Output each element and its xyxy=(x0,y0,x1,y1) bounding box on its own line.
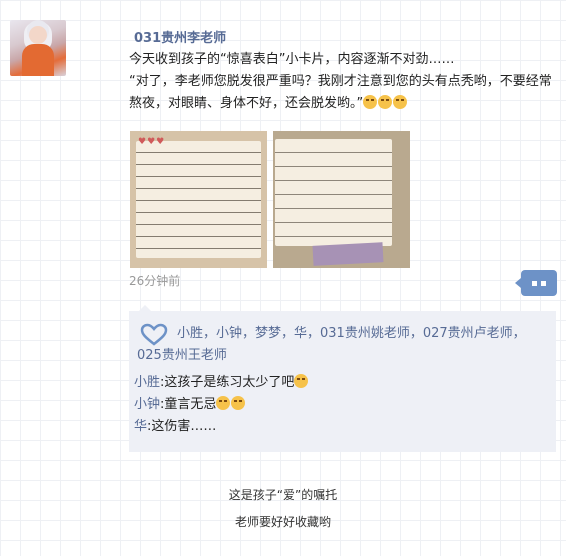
dot-icon xyxy=(541,281,546,286)
emoji-group xyxy=(363,93,408,115)
post-text-line2: “对了，李老师您脱发很严重吗？我刚才注意到您的头有点秃哟，不要经常熬夜，对眼睛、… xyxy=(129,71,559,115)
comment-list: 小胜:这孩子是练习太少了吧 小钟:童言无忌 华:这伤害…… xyxy=(134,372,309,438)
more-actions-button[interactable] xyxy=(515,270,557,296)
post-photo-2[interactable] xyxy=(273,131,410,268)
caption-line1: 这是孩子“爱”的嘱托 xyxy=(228,488,338,502)
comment-box: 小胜，小钟，梦梦，华，031贵州姚老师，027贵州卢老师，025贵州王老师 小胜… xyxy=(129,305,556,452)
comment-text: 童言无忌 xyxy=(164,397,217,412)
comment-author[interactable]: 小胜 xyxy=(134,375,160,390)
teary-laugh-emoji xyxy=(363,95,378,109)
post-photo-1[interactable]: ♥♥♥ xyxy=(130,131,267,268)
crying-emoji xyxy=(231,396,246,410)
teary-laugh-emoji xyxy=(393,95,408,109)
teary-laugh-emoji xyxy=(378,95,393,109)
post-time: 26分钟前 xyxy=(129,274,181,288)
author-name[interactable]: 031贵州李老师 xyxy=(134,27,226,46)
comment-item[interactable]: 小钟:童言无忌 xyxy=(134,394,309,416)
dot-icon xyxy=(532,281,537,286)
post-text: 今天收到孩子的“惊喜表白”小卡片，内容逐渐不对劲…… “对了，李老师您脱发很严重… xyxy=(129,49,559,115)
comment-author[interactable]: 华 xyxy=(134,419,147,434)
sweat-smile-emoji xyxy=(294,374,309,388)
comment-text: 这孩子是练习太少了吧 xyxy=(164,375,295,390)
post-text-line1: 今天收到孩子的“惊喜表白”小卡片，内容逐渐不对劲…… xyxy=(129,52,455,67)
caption-line2: 老师要好好收藏哟 xyxy=(234,515,331,529)
comment-item[interactable]: 华:这伤害…… xyxy=(134,416,309,438)
comment-text: 这伤害…… xyxy=(151,419,217,434)
comment-item[interactable]: 小胜:这孩子是练习太少了吧 xyxy=(134,372,309,394)
comment-author[interactable]: 小钟 xyxy=(134,397,160,412)
crying-emoji xyxy=(216,396,231,410)
likes-list[interactable]: 小胜，小钟，梦梦，华，031贵州姚老师，027贵州卢老师，025贵州王老师 xyxy=(137,323,547,367)
author-avatar[interactable] xyxy=(10,20,66,76)
